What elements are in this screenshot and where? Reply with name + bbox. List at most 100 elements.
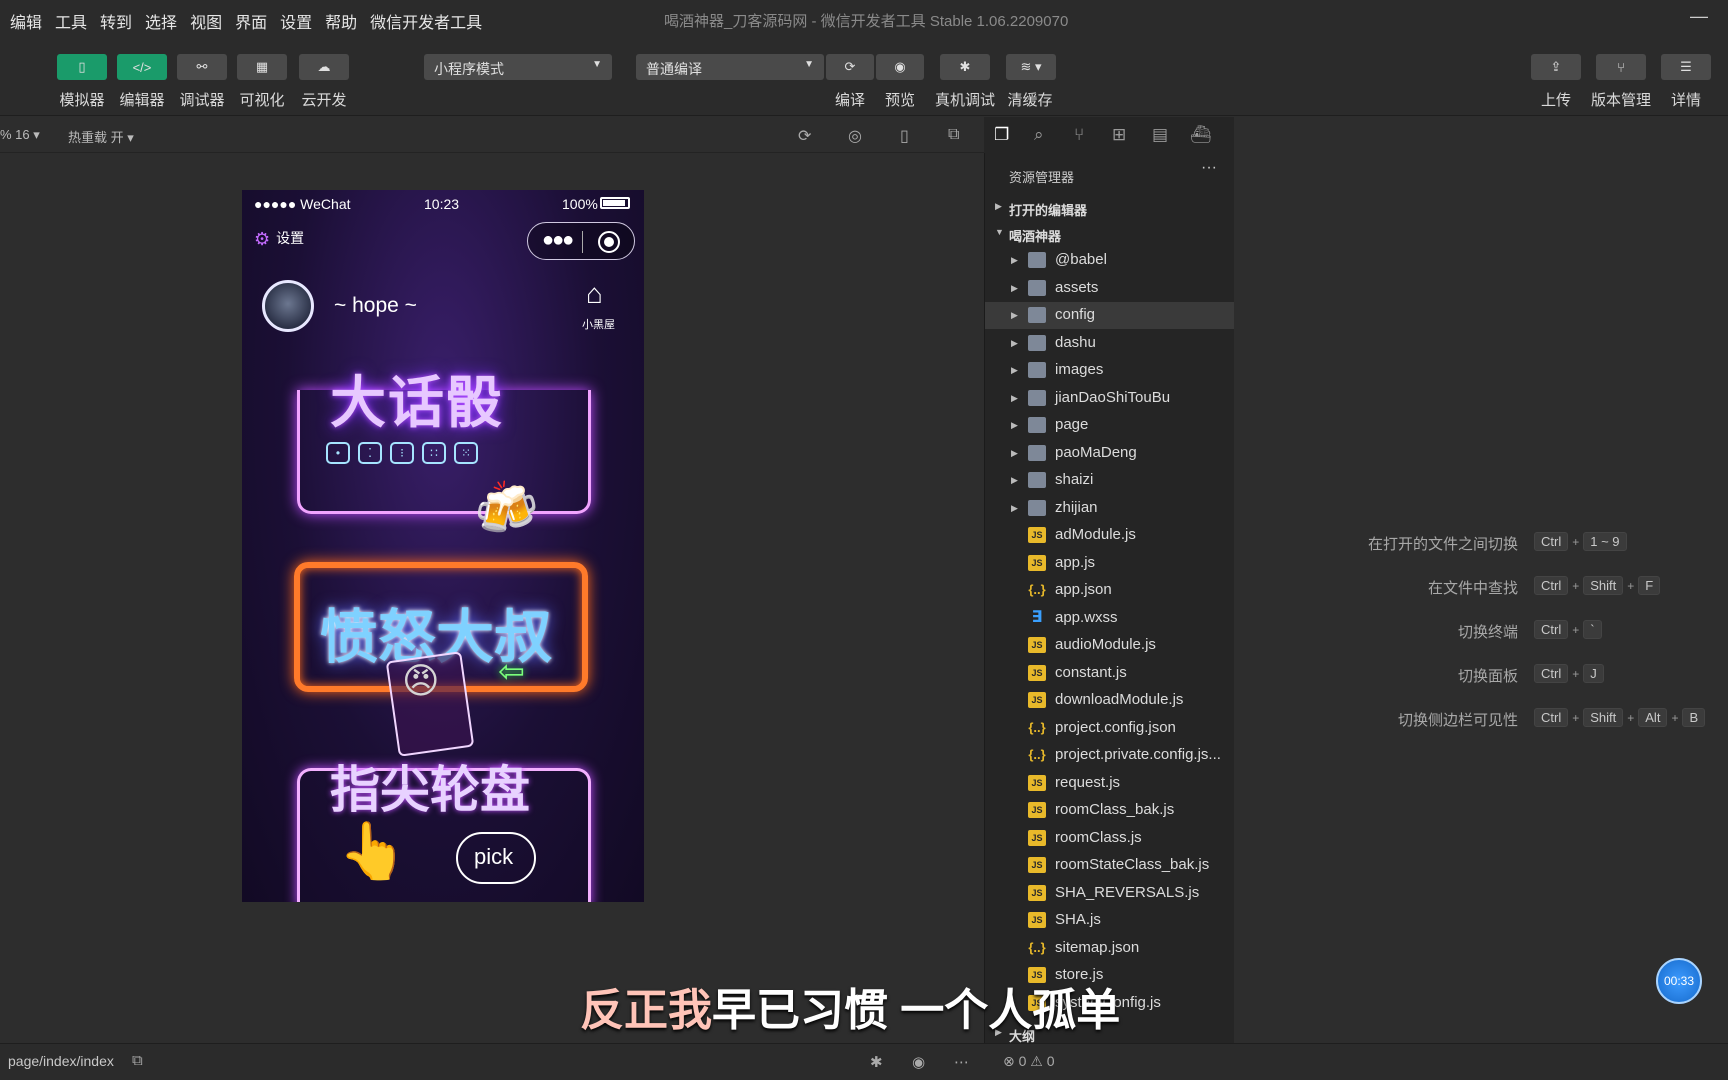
shortcut-keys: Ctrl + Shift + F: [1532, 576, 1662, 595]
tree-item-label: roomClass_bak.js: [1055, 801, 1175, 818]
cloud-button[interactable]: ☁: [299, 54, 349, 80]
key-cap: Alt: [1638, 708, 1668, 727]
open-editors-section[interactable]: ▶ 打开的编辑器: [985, 195, 1235, 221]
tree-folder[interactable]: ▶ page: [985, 412, 1235, 439]
copy-icon[interactable]: ⧉: [132, 1052, 143, 1069]
tree-file[interactable]: JS audioModule.js: [985, 632, 1235, 659]
tree-folder[interactable]: ▶ shaizi: [985, 467, 1235, 494]
visual-button[interactable]: ▦: [237, 54, 287, 80]
settings-link[interactable]: ⚙ 设置: [254, 228, 304, 250]
phone-icon[interactable]: ▯: [900, 126, 909, 146]
tree-file[interactable]: {..} project.private.config.js...: [985, 742, 1235, 769]
subtitle-highlight: 反正我: [580, 986, 712, 1035]
details-button[interactable]: ☰: [1661, 54, 1711, 80]
tree-folder[interactable]: ▶ dashu: [985, 330, 1235, 357]
menu-help[interactable]: 帮助: [325, 9, 357, 33]
docker-icon[interactable]: ⛴: [1190, 125, 1212, 145]
house-icon[interactable]: ⌂: [586, 278, 603, 310]
plus-sign: +: [1572, 535, 1580, 549]
tree-file[interactable]: ∃ app.wxss: [985, 605, 1235, 632]
project-section[interactable]: ▼ 喝酒神器: [985, 221, 1235, 247]
close-circle-icon[interactable]: [598, 231, 620, 253]
version-label: 版本管理: [1591, 92, 1652, 109]
mode-select[interactable]: 小程序模式 ▼: [424, 54, 612, 80]
tree-file[interactable]: JS SHA_REVERSALS.js: [985, 880, 1235, 907]
key-cap: `: [1583, 620, 1602, 639]
tree-file[interactable]: JS roomClass_bak.js: [985, 797, 1235, 824]
game-title-dice: 大话骰: [330, 371, 504, 434]
menu-interface[interactable]: 界面: [235, 9, 267, 33]
eye-icon[interactable]: ◉: [912, 1053, 925, 1071]
tree-folder[interactable]: ▶ assets: [985, 275, 1235, 302]
tree-folder[interactable]: ▶ jianDaoShiTouBu: [985, 385, 1235, 412]
tree-file[interactable]: {..} app.json: [985, 577, 1235, 604]
storage-icon[interactable]: ▤: [1152, 125, 1168, 145]
css-file-icon: ∃: [1031, 608, 1043, 626]
menu-select[interactable]: 选择: [145, 9, 177, 33]
tree-folder[interactable]: ▶ images: [985, 357, 1235, 384]
tree-item-label: SHA_REVERSALS.js: [1055, 883, 1200, 901]
layout-icon: ▦: [255, 59, 269, 74]
tree-file[interactable]: JS request.js: [985, 770, 1235, 797]
tree-file[interactable]: JS SHA.js: [985, 907, 1235, 934]
js-file-icon: JS: [1028, 554, 1046, 571]
menu-settings[interactable]: 设置: [280, 9, 312, 33]
chevron-right-icon: ▶: [1011, 502, 1018, 513]
debugger-button[interactable]: ⚯: [177, 54, 227, 80]
remote-debug-button[interactable]: ✱: [940, 54, 990, 80]
pointer-hand-icon: 👆: [338, 819, 408, 882]
tree-folder[interactable]: ▶ paoMaDeng: [985, 440, 1235, 467]
tree-file[interactable]: JS app.js: [985, 550, 1235, 577]
upload-button[interactable]: ⇪: [1531, 54, 1581, 80]
menu-wechat-devtools[interactable]: 微信开发者工具: [370, 9, 482, 33]
window-icon[interactable]: ⧉: [948, 126, 959, 144]
menu-edit[interactable]: 编辑: [10, 9, 42, 33]
version-button[interactable]: ⑂: [1596, 54, 1646, 80]
tree-file[interactable]: JS downloadModule.js: [985, 687, 1235, 714]
plus-sign: +: [1671, 711, 1679, 725]
tree-folder[interactable]: ▶ @babel: [985, 247, 1235, 274]
tree-item-label: images: [1055, 361, 1104, 378]
hot-reload-toggle[interactable]: 热重载 开 ▾: [68, 127, 134, 146]
files-icon[interactable]: ❐: [994, 125, 1009, 145]
simulator-label: 模拟器: [59, 92, 105, 109]
tree-file[interactable]: JS roomClass.js: [985, 825, 1235, 852]
bug-icon[interactable]: ✱: [870, 1053, 883, 1071]
recording-timer[interactable]: 00:33: [1656, 958, 1702, 1004]
rotate-icon[interactable]: ⟳: [798, 126, 811, 146]
tree-file[interactable]: JS constant.js: [985, 660, 1235, 687]
more-dots-icon[interactable]: ●●●: [542, 229, 574, 252]
zoom-select[interactable]: % 16 ▾: [0, 127, 40, 143]
clear-cache-button[interactable]: ≋ ▾: [1006, 54, 1056, 80]
problems-count[interactable]: ⊗ 0 ⚠ 0: [1003, 1053, 1055, 1070]
menu-goto[interactable]: 转到: [100, 9, 132, 33]
shortcut-keys: Ctrl + Shift + Alt + B: [1532, 708, 1707, 727]
phone-simulator[interactable]: ●●●●● WeChat 10:23 100% ●●● ⚙ 设置 ~ hope ~…: [242, 190, 644, 902]
beer-icon: 🍻: [474, 480, 539, 538]
simulator-button[interactable]: ▯: [57, 54, 107, 80]
menu-tools[interactable]: 工具: [55, 9, 87, 33]
extensions-icon[interactable]: ⊞: [1112, 125, 1126, 145]
tree-file[interactable]: JS roomStateClass_bak.js: [985, 852, 1235, 879]
editor-button[interactable]: </>: [117, 54, 167, 80]
stop-icon[interactable]: ◎: [848, 126, 862, 146]
minimize-button[interactable]: —: [1690, 6, 1708, 27]
menu-view[interactable]: 视图: [190, 9, 222, 33]
shortcut-label: 在打开的文件之间切换: [1367, 536, 1518, 553]
more-icon[interactable]: ···: [1201, 159, 1217, 177]
avatar[interactable]: [262, 280, 314, 332]
tree-item-label: dashu: [1055, 333, 1096, 351]
tree-folder[interactable]: ▶ zhijian: [985, 495, 1235, 522]
compile-button[interactable]: ⟳: [826, 54, 874, 80]
compile-mode-select[interactable]: 普通编译 ▼: [636, 54, 824, 80]
tree-folder[interactable]: ▶ config: [985, 302, 1235, 329]
tree-file[interactable]: {..} project.config.json: [985, 715, 1235, 742]
search-icon[interactable]: ⌕: [1034, 125, 1044, 145]
miniprogram-capsule[interactable]: ●●●: [527, 222, 635, 260]
more-icon[interactable]: ⋯: [954, 1053, 969, 1071]
tree-file[interactable]: {..} sitemap.json: [985, 935, 1235, 962]
folder-icon: [1028, 279, 1046, 296]
git-branch-icon[interactable]: ⑂: [1074, 125, 1084, 145]
preview-button[interactable]: ◉: [876, 54, 924, 80]
tree-file[interactable]: JS adModule.js: [985, 522, 1235, 549]
